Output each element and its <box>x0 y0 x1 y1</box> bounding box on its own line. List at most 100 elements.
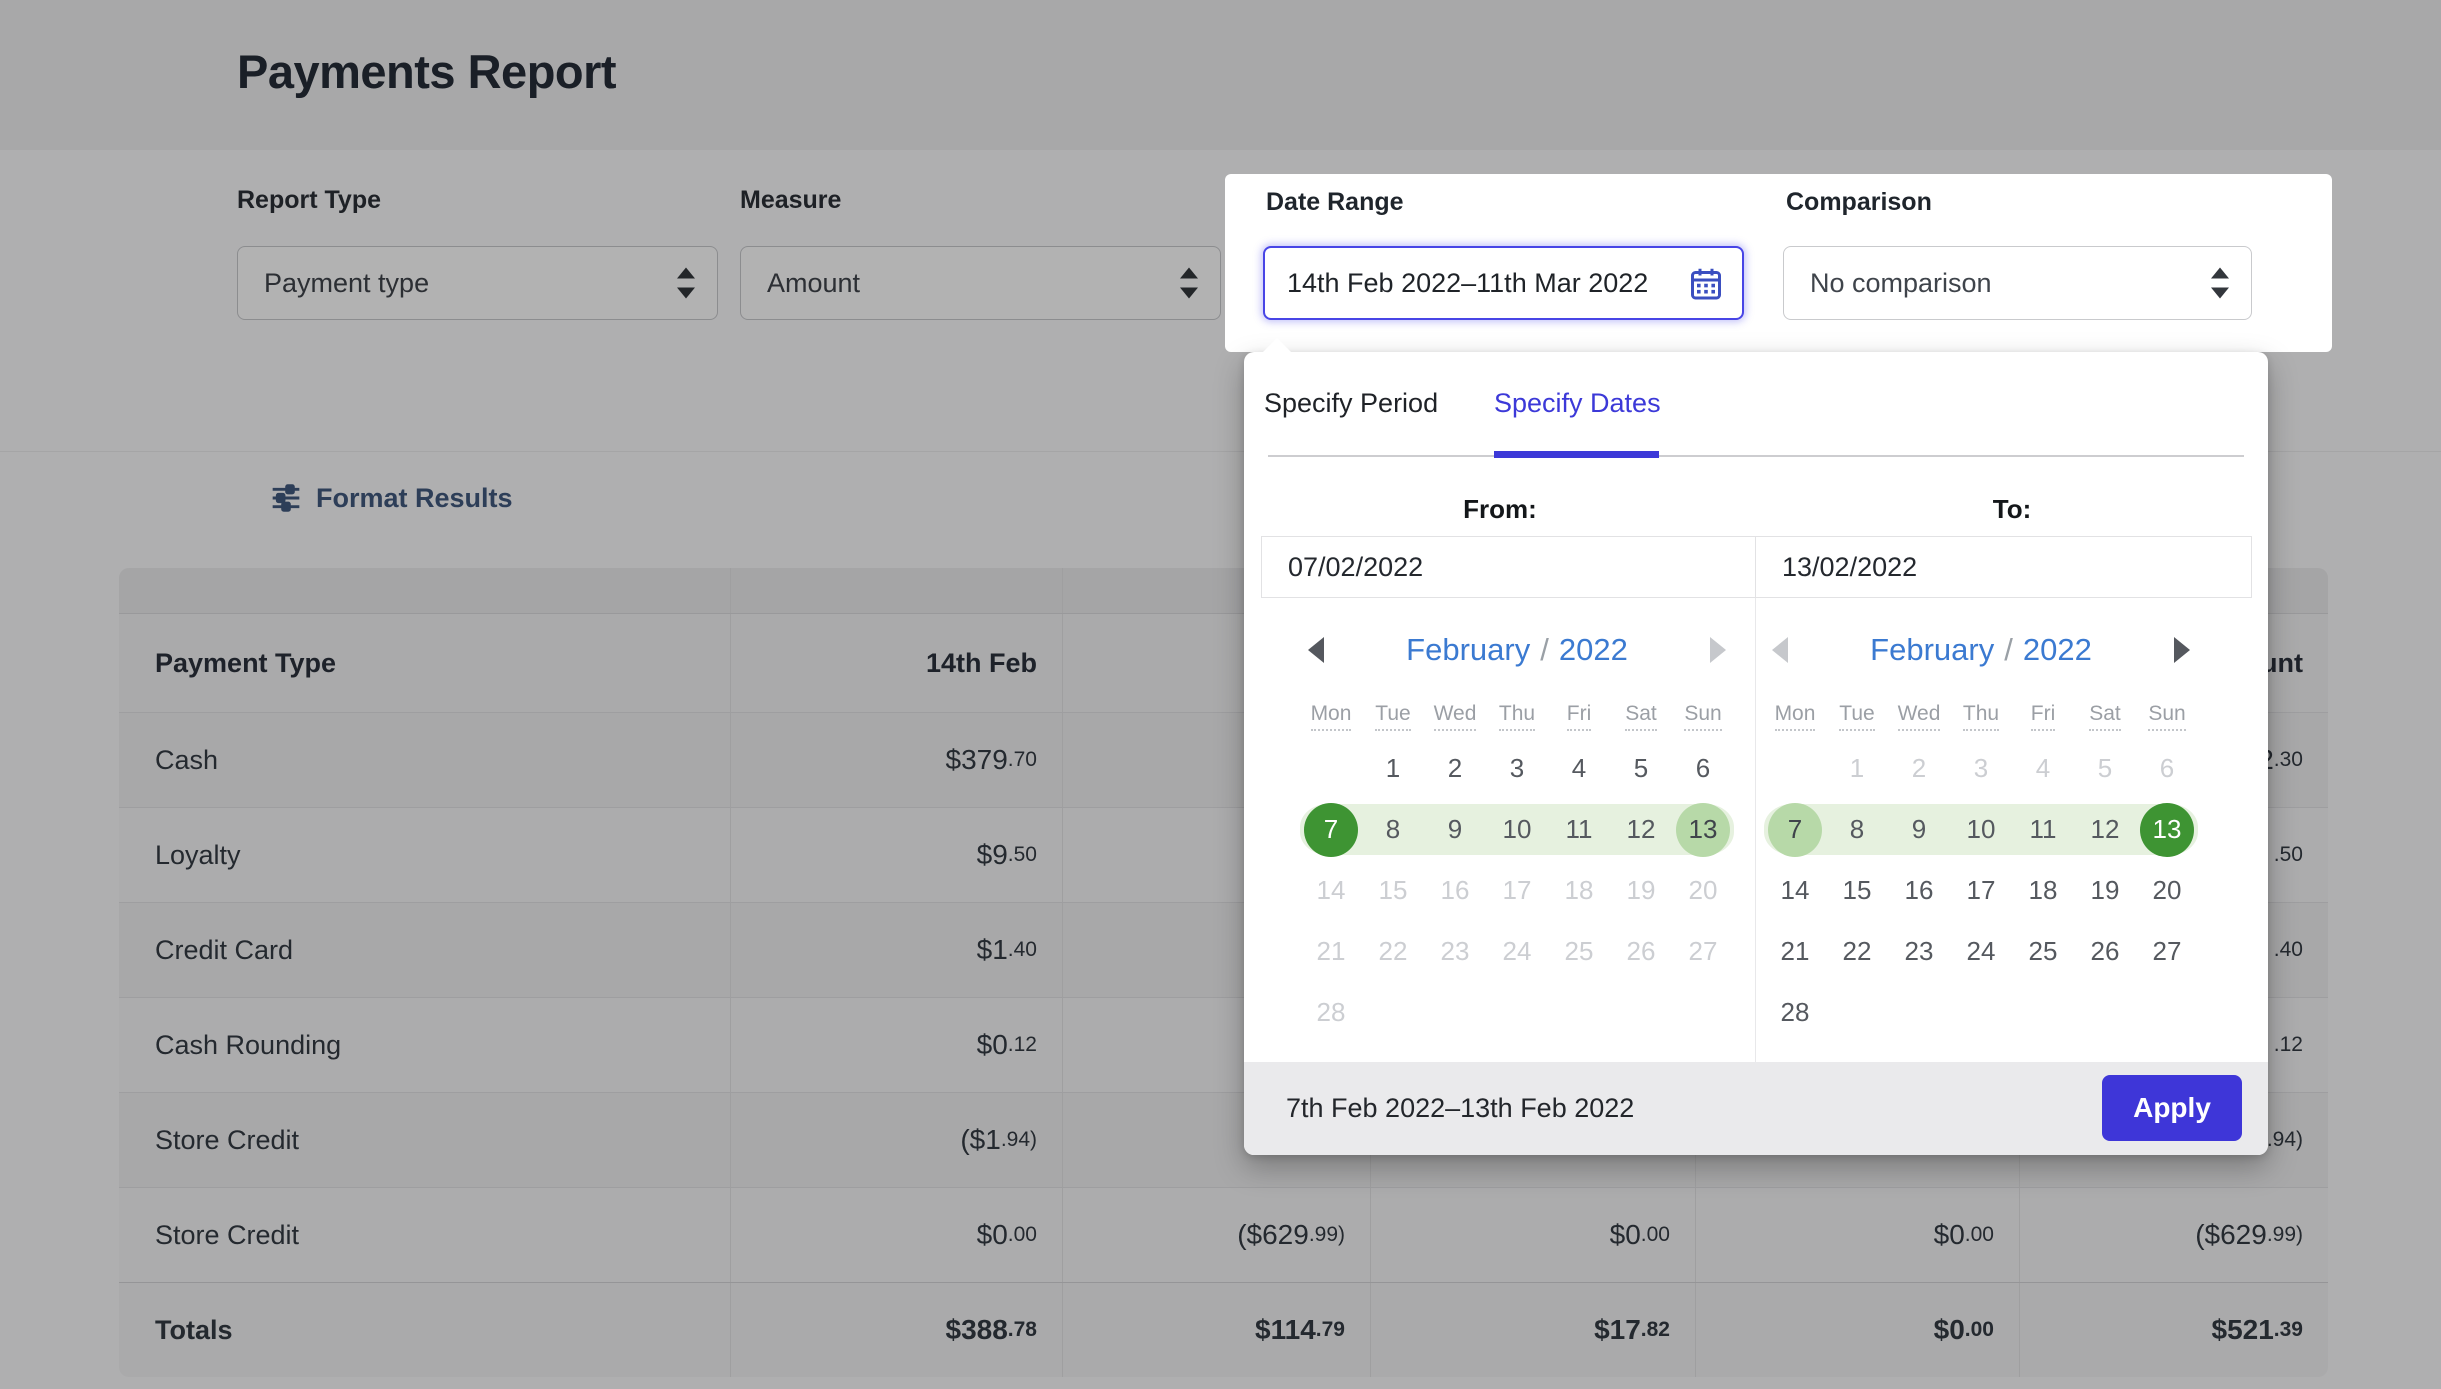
from-date-input[interactable]: 07/02/2022 <box>1261 536 1756 598</box>
calendar-day[interactable]: 19 <box>2074 860 2136 921</box>
calendar-day: 19 <box>1610 860 1672 921</box>
calendar-day[interactable]: 7 <box>1300 799 1362 860</box>
calendar-day[interactable]: 26 <box>2074 921 2136 982</box>
calendar-day-empty <box>1548 982 1610 1043</box>
calendar-day: 4 <box>2012 738 2074 799</box>
popup-divider <box>1755 598 1756 1062</box>
comparison-select[interactable]: No comparison <box>1783 246 2252 320</box>
day-grid: 1234567891011121314151617181920212223242… <box>1300 738 1734 1043</box>
weekday-label: Sun <box>2136 702 2198 726</box>
calendar-day[interactable]: 11 <box>2012 799 2074 860</box>
to-label: To: <box>1862 494 2162 525</box>
chevron-right-icon[interactable] <box>1710 637 1726 663</box>
calendar-day[interactable]: 16 <box>1888 860 1950 921</box>
calendar-day: 24 <box>1486 921 1548 982</box>
calendar-day-empty <box>1486 982 1548 1043</box>
calendar-day[interactable]: 1 <box>1362 738 1424 799</box>
calendar-day[interactable]: 13 <box>2136 799 2198 860</box>
comparison-value: No comparison <box>1810 268 1992 299</box>
calendar-day-empty <box>1888 982 1950 1043</box>
calendar-day[interactable]: 13 <box>1672 799 1734 860</box>
calendar-day[interactable]: 2 <box>1424 738 1486 799</box>
year-select[interactable]: 2022 <box>2023 632 2092 667</box>
year-select[interactable]: 2022 <box>1559 632 1628 667</box>
weekday-label: Sun <box>1672 702 1734 726</box>
calendar-day: 15 <box>1362 860 1424 921</box>
calendar-day[interactable]: 28 <box>1764 982 1826 1043</box>
calendar-day: 16 <box>1424 860 1486 921</box>
to-date-input[interactable]: 13/02/2022 <box>1755 536 2252 598</box>
calendar-day[interactable]: 22 <box>1826 921 1888 982</box>
calendar-day-empty <box>2074 982 2136 1043</box>
date-range-value: 14th Feb 2022–11th Mar 2022 <box>1287 268 1648 299</box>
calendar-day[interactable]: 12 <box>1610 799 1672 860</box>
active-tab-indicator <box>1494 451 1659 458</box>
month-select[interactable]: February <box>1870 632 1994 667</box>
calendar-day[interactable]: 20 <box>2136 860 2198 921</box>
calendar-day-empty <box>1424 982 1486 1043</box>
apply-button[interactable]: Apply <box>2102 1075 2242 1141</box>
calendar-day: 28 <box>1300 982 1362 1043</box>
popup-caret <box>1262 338 1292 353</box>
chevron-right-icon[interactable] <box>2174 637 2190 663</box>
weekday-label: Wed <box>1888 702 1950 726</box>
calendar-day[interactable]: 11 <box>1548 799 1610 860</box>
calendar-day[interactable]: 24 <box>1950 921 2012 982</box>
calendar-day[interactable]: 9 <box>1424 799 1486 860</box>
weekday-label: Mon <box>1300 702 1362 726</box>
tab-specify-period[interactable]: Specify Period <box>1264 388 1438 419</box>
calendar-day[interactable]: 3 <box>1486 738 1548 799</box>
weekday-label: Fri <box>2012 702 2074 726</box>
calendar-day-empty <box>1764 738 1826 799</box>
stepper-down-icon <box>2211 288 2229 299</box>
calendar-day-empty <box>1300 738 1362 799</box>
calendar-day[interactable]: 7 <box>1764 799 1826 860</box>
calendar-day-empty <box>1950 982 2012 1043</box>
calendar-from: February/2022 MonTueWedThuFriSatSun 1234… <box>1300 622 1734 1043</box>
calendar-day[interactable]: 15 <box>1826 860 1888 921</box>
selected-range-summary: 7th Feb 2022–13th Feb 2022 <box>1286 1062 1634 1155</box>
month-select[interactable]: February <box>1406 632 1530 667</box>
chevron-left-icon[interactable] <box>1308 637 1324 663</box>
weekday-label: Tue <box>1362 702 1424 726</box>
weekday-row: MonTueWedThuFriSatSun <box>1764 702 2198 726</box>
calendar-day[interactable]: 27 <box>2136 921 2198 982</box>
calendar-to: February/2022 MonTueWedThuFriSatSun 1234… <box>1764 622 2198 1043</box>
calendar-day[interactable]: 8 <box>1362 799 1424 860</box>
calendar-day[interactable]: 9 <box>1888 799 1950 860</box>
weekday-label: Mon <box>1764 702 1826 726</box>
calendar-day[interactable]: 17 <box>1950 860 2012 921</box>
calendar-day[interactable]: 25 <box>2012 921 2074 982</box>
calendar-day[interactable]: 10 <box>1486 799 1548 860</box>
calendar-day: 27 <box>1672 921 1734 982</box>
day-grid: 1234567891011121314151617181920212223242… <box>1764 738 2198 1043</box>
month-year-separator: / <box>1530 632 1559 667</box>
calendar-day: 14 <box>1300 860 1362 921</box>
calendar-day-empty <box>2012 982 2074 1043</box>
calendar-day[interactable]: 10 <box>1950 799 2012 860</box>
calendar-day[interactable]: 8 <box>1826 799 1888 860</box>
calendar-day-empty <box>2136 982 2198 1043</box>
date-range-input[interactable]: 14th Feb 2022–11th Mar 2022 <box>1263 246 1744 320</box>
calendar-day[interactable]: 14 <box>1764 860 1826 921</box>
calendar-day[interactable]: 4 <box>1548 738 1610 799</box>
calendar-day[interactable]: 6 <box>1672 738 1734 799</box>
calendar-day[interactable]: 12 <box>2074 799 2136 860</box>
calendar-day: 18 <box>1548 860 1610 921</box>
calendar-day: 23 <box>1424 921 1486 982</box>
weekday-label: Fri <box>1548 702 1610 726</box>
weekday-label: Thu <box>1950 702 2012 726</box>
tab-specify-dates[interactable]: Specify Dates <box>1494 388 1661 419</box>
weekday-label: Wed <box>1424 702 1486 726</box>
calendar-day[interactable]: 23 <box>1888 921 1950 982</box>
weekday-label: Sat <box>2074 702 2136 726</box>
calendar-day[interactable]: 5 <box>1610 738 1672 799</box>
calendar-day: 17 <box>1486 860 1548 921</box>
date-picker-popup: Specify Period Specify Dates From: To: 0… <box>1244 352 2268 1155</box>
from-label: From: <box>1350 494 1650 525</box>
stepper-up-down-icons <box>2211 268 2229 299</box>
calendar-day: 20 <box>1672 860 1734 921</box>
calendar-day[interactable]: 18 <box>2012 860 2074 921</box>
calendar-day[interactable]: 21 <box>1764 921 1826 982</box>
chevron-left-icon[interactable] <box>1772 637 1788 663</box>
